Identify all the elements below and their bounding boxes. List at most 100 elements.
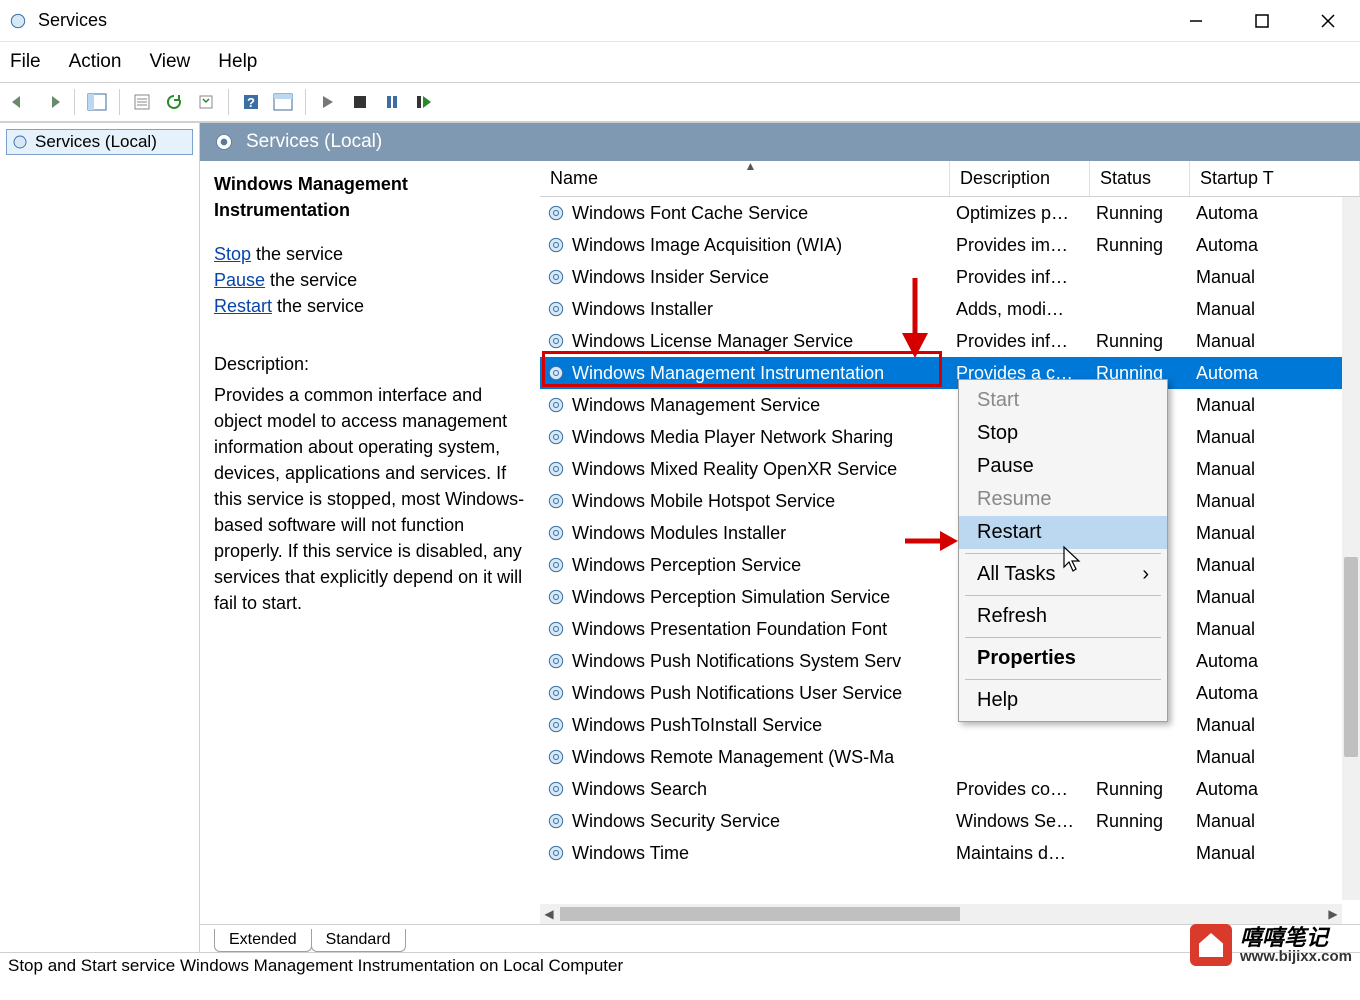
service-row[interactable]: Windows InstallerAdds, modi…Manual [540, 293, 1360, 325]
back-button[interactable] [6, 88, 34, 116]
gear-icon [546, 459, 566, 479]
service-row[interactable]: Windows Push Notifications System Serv Au… [540, 645, 1360, 677]
service-row[interactable]: Windows Mixed Reality OpenXR ServiceManu… [540, 453, 1360, 485]
context-refresh[interactable]: Refresh [959, 600, 1167, 633]
service-row[interactable]: Windows Management Service Manual [540, 389, 1360, 421]
export-button[interactable] [192, 88, 220, 116]
context-all-tasks[interactable]: All Tasks› [959, 558, 1167, 591]
refresh-button[interactable] [160, 88, 188, 116]
service-row[interactable]: Windows PushToInstall ServiceManual [540, 709, 1360, 741]
service-name: Windows Remote Management (WS-Ma [572, 747, 894, 768]
service-description: Windows Se… [950, 811, 1090, 832]
horizontal-scrollbar[interactable]: ◀▶ [540, 904, 1342, 924]
gear-icon [546, 555, 566, 575]
service-startup: Manual [1190, 811, 1360, 832]
menu-help[interactable]: Help [218, 51, 257, 73]
service-row[interactable]: Windows Image Acquisition (WIA)Provides … [540, 229, 1360, 261]
menu-action[interactable]: Action [69, 51, 122, 73]
service-name: Windows Search [572, 779, 707, 800]
help-button[interactable]: ? [237, 88, 265, 116]
column-status[interactable]: Status [1090, 161, 1190, 196]
service-row[interactable]: Windows Management InstrumentationProvid… [540, 357, 1360, 389]
menu-view[interactable]: View [149, 51, 190, 73]
service-startup: Manual [1190, 555, 1360, 576]
service-startup: Manual [1190, 267, 1360, 288]
gear-icon [546, 427, 566, 447]
gear-icon [214, 132, 234, 152]
context-stop[interactable]: Stop [959, 417, 1167, 450]
gear-icon [546, 235, 566, 255]
toolbar-icon[interactable] [269, 88, 297, 116]
service-startup: Automa [1190, 779, 1360, 800]
service-name: Windows Installer [572, 299, 713, 320]
title-bar: Services [0, 0, 1360, 42]
maximize-button[interactable] [1250, 9, 1274, 33]
column-description[interactable]: Description [950, 161, 1090, 196]
column-name[interactable]: Name▲ [540, 161, 950, 196]
detail-panel: Windows Management Instrumentation Stop … [200, 161, 540, 924]
service-row[interactable]: Windows Modules InstallerManual [540, 517, 1360, 549]
watermark-text: 嘻嘻笔记 [1240, 927, 1352, 949]
window-title: Services [38, 10, 107, 31]
content-pane: Services (Local) Windows Management Inst… [200, 123, 1360, 952]
service-name: Windows Security Service [572, 811, 780, 832]
restart-link[interactable]: Restart [214, 296, 272, 316]
restart-service-button[interactable] [410, 88, 438, 116]
menu-file[interactable]: File [10, 51, 41, 73]
context-restart[interactable]: Restart [959, 516, 1167, 549]
service-name: Windows Presentation Foundation Font [572, 619, 887, 640]
service-startup: Automa [1190, 651, 1360, 672]
service-row[interactable]: Windows Insider Service Provides inf… Manu… [540, 261, 1360, 293]
menu-bar: File Action View Help [0, 42, 1360, 82]
service-row[interactable]: Windows SearchProvides co…RunningAutoma [540, 773, 1360, 805]
service-name: Windows Mixed Reality OpenXR Service [572, 459, 897, 480]
content-header-label: Services (Local) [246, 131, 382, 153]
tree-item-services-local[interactable]: Services (Local) [6, 129, 193, 155]
pause-link[interactable]: Pause [214, 270, 265, 290]
gear-icon [546, 587, 566, 607]
stop-link[interactable]: Stop [214, 244, 251, 264]
pause-service-button[interactable] [378, 88, 406, 116]
service-name: Windows Push Notifications User Service [572, 683, 902, 704]
service-row[interactable]: Windows Media Player Network SharingManu… [540, 421, 1360, 453]
service-row[interactable]: Windows Security ServiceWindows Se…Runni… [540, 805, 1360, 837]
context-help[interactable]: Help [959, 684, 1167, 717]
forward-button[interactable] [38, 88, 66, 116]
properties-button[interactable] [128, 88, 156, 116]
context-properties[interactable]: Properties [959, 642, 1167, 675]
service-row[interactable]: Windows Remote Management (WS-MaManual [540, 741, 1360, 773]
service-row[interactable]: Windows Mobile Hotspot ServiceManual [540, 485, 1360, 517]
service-name: Windows Management Service [572, 395, 820, 416]
service-row[interactable]: Windows TimeMaintains d…Manual [540, 837, 1360, 869]
gear-icon [546, 299, 566, 319]
context-pause[interactable]: Pause [959, 450, 1167, 483]
service-row[interactable]: Windows Push Notifications User ServiceA… [540, 677, 1360, 709]
gear-icon [546, 331, 566, 351]
service-row[interactable]: Windows Font Cache ServiceOptimizes p…Ru… [540, 197, 1360, 229]
service-row[interactable]: Windows Presentation Foundation FontManu… [540, 613, 1360, 645]
stop-service-button[interactable] [346, 88, 374, 116]
service-name: Windows License Manager Service [572, 331, 853, 352]
service-row[interactable]: Windows Perception Simulation ServiceMan… [540, 581, 1360, 613]
close-button[interactable] [1316, 9, 1340, 33]
service-description: Adds, modi… [950, 299, 1090, 320]
service-name: Windows Image Acquisition (WIA) [572, 235, 842, 256]
service-name: Windows Insider Service [572, 267, 769, 288]
tab-extended[interactable]: Extended [214, 929, 312, 952]
gear-icon [546, 395, 566, 415]
service-startup: Manual [1190, 395, 1360, 416]
service-row[interactable]: Windows License Manager ServiceProvides … [540, 325, 1360, 357]
column-startup[interactable]: Startup T [1190, 161, 1360, 196]
service-name: Windows Push Notifications System Serv [572, 651, 901, 672]
start-service-button[interactable] [314, 88, 342, 116]
service-description: Provides inf… [950, 267, 1090, 288]
gear-icon [546, 363, 566, 383]
tree-item-label: Services (Local) [35, 132, 157, 152]
service-row[interactable]: Windows Perception ServiceManual [540, 549, 1360, 581]
minimize-button[interactable] [1184, 9, 1208, 33]
show-hide-tree-button[interactable] [83, 88, 111, 116]
tab-standard[interactable]: Standard [311, 929, 406, 952]
service-name: Windows Modules Installer [572, 523, 786, 544]
vertical-scrollbar[interactable] [1342, 197, 1360, 900]
service-startup: Manual [1190, 715, 1360, 736]
